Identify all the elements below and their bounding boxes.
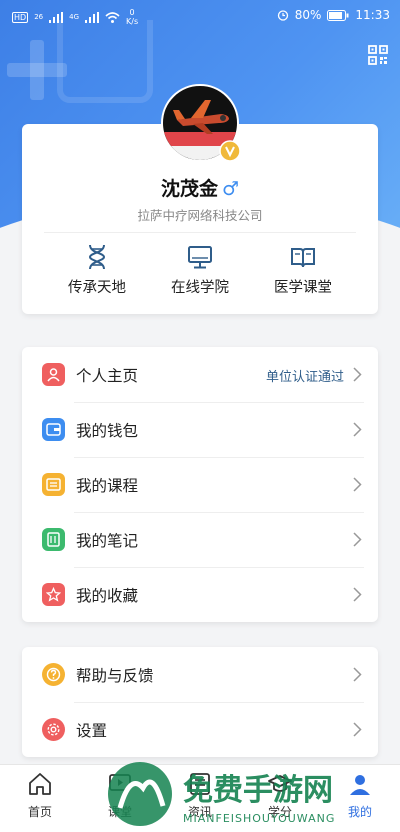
classroom-icon <box>109 774 131 791</box>
user-icon <box>350 775 370 795</box>
menu-item-label: 帮助与反馈 <box>76 667 154 685</box>
quick-link-label: 医学课堂 <box>274 280 332 296</box>
quick-link-label: 传承天地 <box>68 280 126 296</box>
help-icon <box>42 663 65 686</box>
chevron-right-icon <box>353 722 362 737</box>
company-name: 拉萨中疗网络科技公司 <box>137 208 263 223</box>
user-name-row: 沈茂金 ♂ <box>22 174 378 201</box>
chevron-right-icon <box>353 532 362 547</box>
alarm-icon <box>277 10 288 21</box>
quick-link-label: 在线学院 <box>171 280 229 296</box>
gender-male-icon: ♂ <box>221 178 240 200</box>
wallet-icon <box>42 418 65 441</box>
clock: 11:33 <box>355 8 390 22</box>
wifi-icon <box>105 11 120 23</box>
tab-home[interactable]: 首页 <box>0 771 80 820</box>
status-bar: HD 26 4G 0 K/s 80% 11:33 <box>0 0 400 32</box>
menu-item-personal-page[interactable]: 个人主页 单位认证通过 <box>22 347 378 402</box>
net-speed: 0 K/s <box>126 8 139 26</box>
signal-bars-icon <box>49 11 64 23</box>
menu-item-label: 我的笔记 <box>76 532 139 550</box>
gear-icon <box>42 718 65 741</box>
signal-icon-1: 26 <box>34 13 44 21</box>
news-icon <box>190 773 210 795</box>
home-icon <box>29 773 51 795</box>
book-icon <box>291 248 315 268</box>
bottom-tab-bar: 首页 课堂 资讯 学分 我的 <box>0 764 400 832</box>
vip-badge-icon <box>219 140 241 162</box>
dna-icon <box>88 244 106 270</box>
tab-label: 学分 <box>267 805 292 819</box>
tab-label: 我的 <box>347 805 372 819</box>
menu-item-courses[interactable]: 我的课程 <box>22 457 378 512</box>
menu-item-label: 我的课程 <box>76 477 139 495</box>
signal-bars-icon-2 <box>85 11 99 23</box>
menu-item-notes[interactable]: 我的笔记 <box>22 512 378 567</box>
battery-icon <box>327 9 349 21</box>
menu-group-support: 帮助与反馈 设置 <box>22 647 378 757</box>
menu-item-label: 我的钱包 <box>76 422 139 440</box>
quick-link-medical-class[interactable]: 医学课堂 <box>248 244 358 297</box>
tab-credits[interactable]: 学分 <box>240 771 320 820</box>
menu-item-label: 设置 <box>76 722 108 740</box>
tab-mine[interactable]: 我的 <box>320 771 400 820</box>
tab-label: 课堂 <box>107 805 132 819</box>
chevron-right-icon <box>353 422 362 437</box>
divider <box>44 232 356 233</box>
course-icon <box>42 473 65 496</box>
tab-label: 资讯 <box>187 805 212 819</box>
menu-item-settings[interactable]: 设置 <box>22 702 378 757</box>
menu-item-wallet[interactable]: 我的钱包 <box>22 402 378 457</box>
network-type: 4G <box>69 13 79 21</box>
tab-news[interactable]: 资讯 <box>160 771 240 820</box>
chevron-right-icon <box>353 367 362 382</box>
monitor-icon <box>188 246 212 269</box>
qr-code-icon[interactable] <box>368 45 388 65</box>
person-icon <box>42 363 65 386</box>
star-icon <box>42 583 65 606</box>
chevron-right-icon <box>353 667 362 682</box>
hd-badge: HD <box>12 11 29 23</box>
chevron-right-icon <box>353 477 362 492</box>
menu-item-help-feedback[interactable]: 帮助与反馈 <box>22 647 378 702</box>
user-name: 沈茂金 <box>160 178 218 200</box>
tab-label: 首页 <box>27 805 52 819</box>
verification-status: 单位认证通过 <box>265 370 344 385</box>
quick-link-heritage[interactable]: 传承天地 <box>42 244 152 297</box>
notes-icon <box>42 528 65 551</box>
graduation-cap-icon <box>268 775 292 792</box>
menu-item-label: 个人主页 <box>76 367 139 385</box>
tab-classroom[interactable]: 课堂 <box>80 771 160 820</box>
menu-item-label: 我的收藏 <box>76 587 139 605</box>
menu-item-favorites[interactable]: 我的收藏 <box>22 567 378 622</box>
quick-link-online-academy[interactable]: 在线学院 <box>145 244 255 297</box>
chevron-right-icon <box>353 587 362 602</box>
battery-percent: 80% <box>294 8 322 22</box>
menu-group-main: 个人主页 单位认证通过 我的钱包 我的课程 我的笔记 我的收藏 <box>22 347 378 622</box>
